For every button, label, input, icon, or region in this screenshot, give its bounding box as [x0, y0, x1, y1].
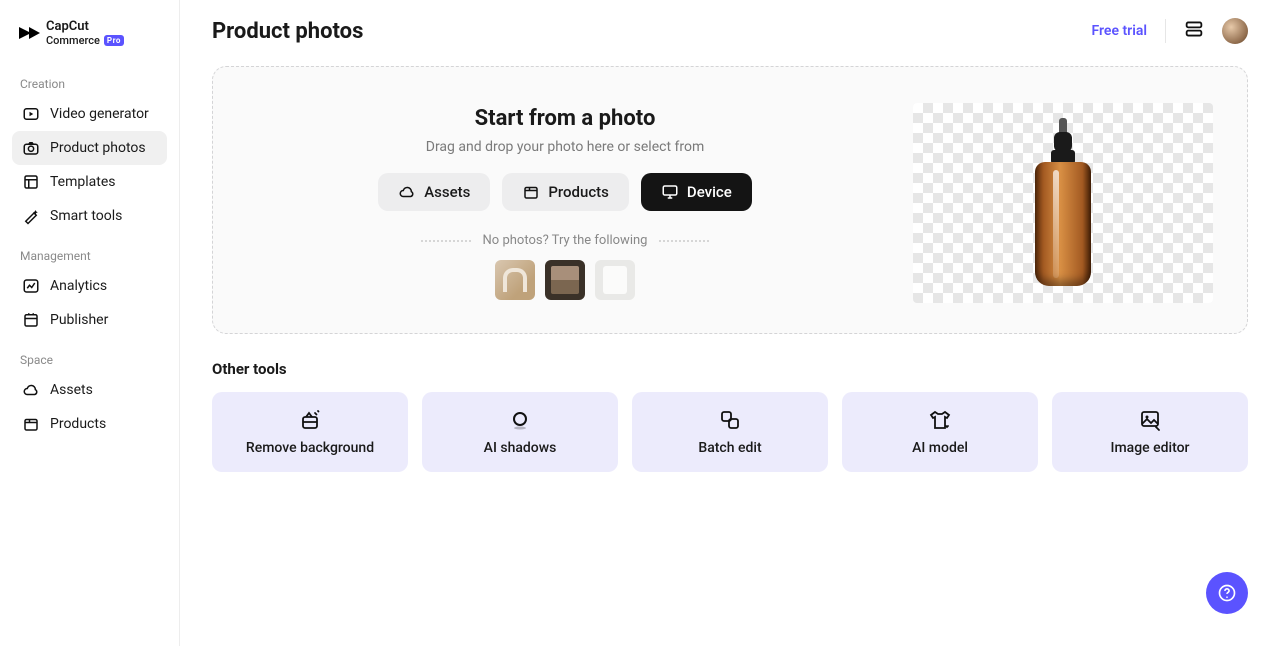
source-button-assets[interactable]: Assets	[378, 173, 490, 211]
pill-label: Products	[548, 183, 609, 201]
upload-dropzone[interactable]: Start from a photo Drag and drop your ph…	[212, 66, 1248, 334]
sample-palette[interactable]	[545, 260, 585, 300]
package-icon	[22, 415, 40, 433]
sidebar-item-smart-tools[interactable]: Smart tools	[12, 199, 167, 233]
source-button-device[interactable]: Device	[641, 173, 752, 211]
cloud-icon	[22, 381, 40, 399]
tool-image-editor[interactable]: Image editor	[1052, 392, 1248, 472]
product-bottle-illustration	[1033, 118, 1093, 288]
tool-label: AI shadows	[484, 440, 557, 456]
tool-ai-model[interactable]: AI model	[842, 392, 1038, 472]
chart-icon	[22, 277, 40, 295]
sidebar-item-products[interactable]: Products	[12, 407, 167, 441]
source-button-products[interactable]: Products	[502, 173, 629, 211]
nav-label: Product photos	[50, 140, 146, 156]
video-play-icon	[22, 105, 40, 123]
monitor-icon	[661, 183, 679, 201]
erase-icon	[298, 408, 322, 432]
upload-title: Start from a photo	[475, 106, 656, 131]
brand-line2: Commerce	[46, 34, 100, 47]
section-label-space: Space	[12, 347, 167, 373]
sample-shirt[interactable]	[595, 260, 635, 300]
nav-label: Assets	[50, 382, 93, 398]
upload-subtitle: Drag and drop your photo here or select …	[426, 139, 704, 155]
main-area: Product photos Free trial Start from a p…	[180, 0, 1280, 646]
topbar: Product photos Free trial	[180, 0, 1280, 58]
other-tools-grid: Remove background AI shadows Batch edit …	[212, 392, 1248, 472]
package-icon	[522, 183, 540, 201]
sample-headphones[interactable]	[495, 260, 535, 300]
brand-logo[interactable]: CapCut Commerce Pro	[12, 20, 167, 47]
help-button[interactable]	[1206, 572, 1248, 614]
image-icon	[1138, 408, 1162, 432]
sidebar-item-publisher[interactable]: Publisher	[12, 303, 167, 337]
tool-ai-shadows[interactable]: AI shadows	[422, 392, 618, 472]
dotted-divider	[659, 240, 709, 242]
section-label-management: Management	[12, 243, 167, 269]
user-avatar[interactable]	[1222, 18, 1248, 44]
pill-label: Device	[687, 183, 732, 201]
tool-label: AI model	[912, 440, 968, 456]
brand-name: CapCut	[46, 20, 124, 33]
content: Start from a photo Drag and drop your ph…	[180, 58, 1280, 472]
magic-icon	[22, 207, 40, 225]
help-icon	[1217, 583, 1237, 603]
page-title: Product photos	[212, 19, 363, 44]
section-label-creation: Creation	[12, 71, 167, 97]
tool-label: Image editor	[1111, 440, 1190, 456]
free-trial-link[interactable]: Free trial	[1091, 23, 1147, 39]
tool-label: Remove background	[246, 440, 374, 456]
tool-label: Batch edit	[698, 440, 761, 456]
rows-icon	[1184, 20, 1204, 38]
dotted-divider	[421, 240, 471, 242]
tool-remove-background[interactable]: Remove background	[212, 392, 408, 472]
product-preview-transparent	[913, 103, 1213, 303]
nav-label: Smart tools	[50, 208, 122, 224]
sidebar: CapCut Commerce Pro Creation Video gener…	[0, 0, 180, 646]
capcut-logo-icon	[16, 23, 40, 45]
no-photos-text: No photos? Try the following	[483, 233, 648, 248]
source-button-row: Assets Products Device	[378, 173, 752, 211]
sidebar-item-analytics[interactable]: Analytics	[12, 269, 167, 303]
pro-badge: Pro	[104, 35, 124, 46]
template-icon	[22, 173, 40, 191]
no-photos-hint: No photos? Try the following	[247, 233, 883, 248]
batch-icon	[718, 408, 742, 432]
cloud-icon	[398, 183, 416, 201]
circle-icon	[508, 408, 532, 432]
nav-label: Templates	[50, 174, 116, 190]
tshirt-icon	[928, 408, 952, 432]
sidebar-item-product-photos[interactable]: Product photos	[12, 131, 167, 165]
tool-batch-edit[interactable]: Batch edit	[632, 392, 828, 472]
sidebar-item-templates[interactable]: Templates	[12, 165, 167, 199]
divider	[1165, 19, 1166, 43]
nav-label: Publisher	[50, 312, 108, 328]
nav-label: Video generator	[50, 106, 149, 122]
calendar-icon	[22, 311, 40, 329]
other-tools-title: Other tools	[212, 360, 1248, 378]
sidebar-item-assets[interactable]: Assets	[12, 373, 167, 407]
sample-thumbnails	[495, 260, 635, 300]
layout-switch-button[interactable]	[1184, 20, 1204, 42]
camera-icon	[22, 139, 40, 157]
pill-label: Assets	[424, 183, 470, 201]
nav-label: Analytics	[50, 278, 107, 294]
sidebar-item-video-generator[interactable]: Video generator	[12, 97, 167, 131]
nav-label: Products	[50, 416, 106, 432]
